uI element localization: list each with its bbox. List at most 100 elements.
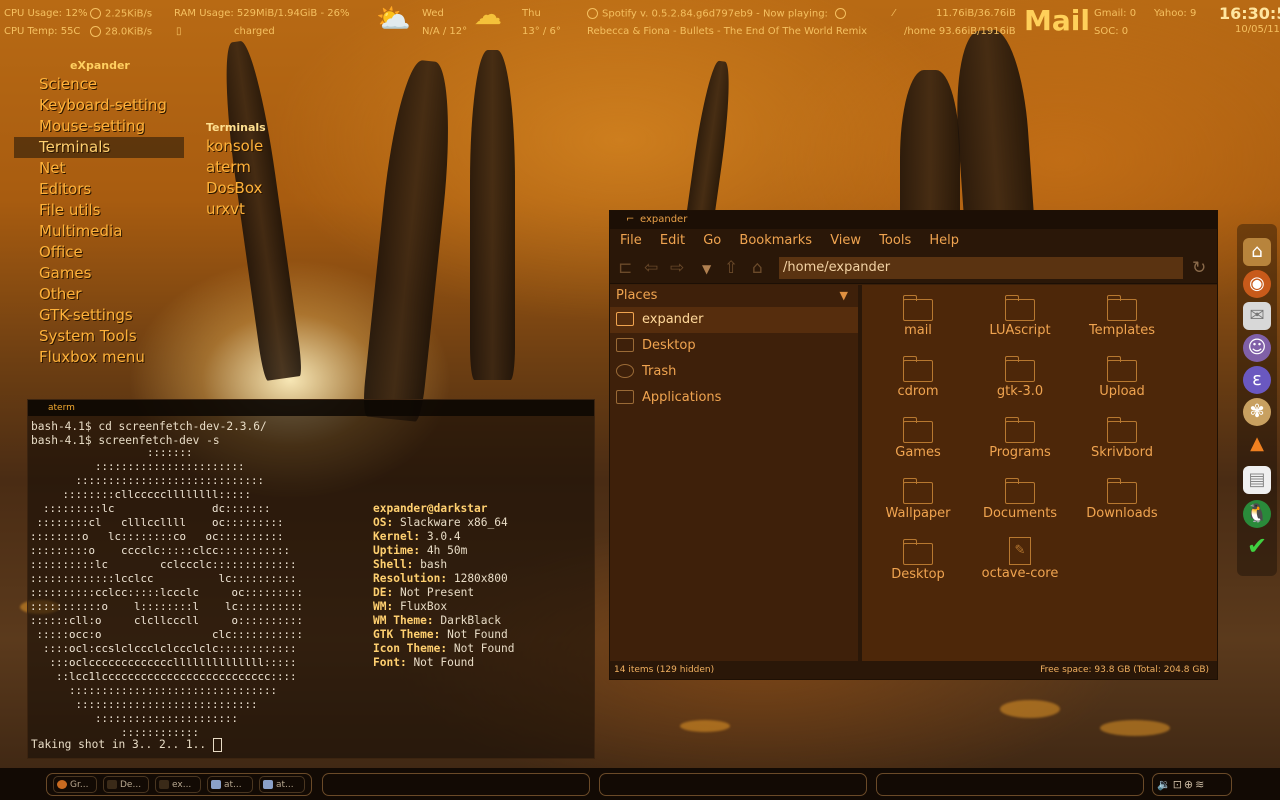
tux-icon[interactable]: 🐧 [1243, 500, 1271, 528]
menu-item-gtk-settings[interactable]: GTK-settings [14, 305, 184, 326]
terminal-prompt[interactable]: Taking shot in 3.. 2.. 1.. [28, 734, 225, 756]
folder-item[interactable]: Downloads [1072, 478, 1172, 536]
folder-item[interactable]: cdrom [868, 356, 968, 414]
volume-icon[interactable]: 🔉 [1157, 778, 1173, 791]
menu-item-mouse-setting[interactable]: Mouse-setting [14, 116, 184, 137]
document-icon[interactable]: ▤ [1243, 466, 1271, 494]
menu-help[interactable]: Help [929, 233, 959, 248]
place-desktop[interactable]: Desktop [610, 333, 858, 359]
network-icon[interactable]: ⊡ [1173, 778, 1184, 791]
window-titlebar[interactable]: ⌐ expander [610, 211, 1217, 229]
info-row: GTK Theme: Not Found [373, 628, 508, 641]
panel-slot [876, 773, 1144, 796]
place-trash[interactable]: Trash [610, 359, 858, 385]
location-bar[interactable]: /home/expander [779, 257, 1183, 279]
menu-item-fluxbox-menu[interactable]: Fluxbox menu [14, 347, 184, 368]
chat-icon[interactable]: ☺ [1243, 334, 1271, 362]
folder-icon [902, 356, 933, 382]
info-row: Kernel: 3.0.4 [373, 530, 461, 543]
task-button[interactable]: De... [103, 776, 149, 793]
menu-file[interactable]: File [620, 233, 642, 248]
checkmark-icon[interactable]: ✔ [1243, 532, 1271, 560]
folder-item[interactable]: Wallpaper [868, 478, 968, 536]
system-tray: 🔉⊡⊕≋ [1152, 773, 1232, 796]
menu-item-office[interactable]: Office [14, 242, 184, 263]
place-home[interactable]: expander [610, 307, 858, 333]
pathbar-toggle-icon[interactable]: ⊏ [618, 258, 632, 278]
menu-item-system-tools[interactable]: System Tools [14, 326, 184, 347]
folder-item[interactable]: Programs [970, 417, 1070, 475]
screenfetch-info: expander@darkstar OS: Slackware x86_64 K… [373, 502, 514, 670]
folder-item[interactable]: Documents [970, 478, 1070, 536]
bottom-panel: Gr... De... ex... at... at... 🔉⊡⊕≋ [0, 768, 1280, 800]
folder-icon [1106, 478, 1137, 504]
home-icon[interactable]: ⌂ [752, 258, 763, 278]
gmail-count: Gmail: 0 [1094, 8, 1137, 19]
folder-icon [902, 539, 933, 565]
menu-tools[interactable]: Tools [879, 233, 911, 248]
menu-item-editors[interactable]: Editors [14, 179, 184, 200]
task-button[interactable]: at... [207, 776, 253, 793]
menu-item-science[interactable]: Science [14, 74, 184, 95]
home-icon[interactable]: ⌂ [1243, 238, 1271, 266]
menu-item-multimedia[interactable]: Multimedia [14, 221, 184, 242]
terminal-title[interactable]: aterm [28, 400, 594, 416]
launcher-dock: ⌂ ◉ ✉ ☺ ɛ ✾ ▲ ▤ 🐧 ✔ [1237, 224, 1277, 576]
folder-item[interactable]: Templates [1072, 295, 1172, 353]
folder-item[interactable]: Upload [1072, 356, 1172, 414]
play-icon [587, 8, 598, 19]
paint-icon[interactable]: ✾ [1243, 398, 1271, 426]
wifi-icon[interactable]: ≋ [1195, 778, 1206, 791]
vlc-icon[interactable]: ▲ [1243, 430, 1271, 458]
menu-item-terminals[interactable]: Terminals [14, 137, 184, 158]
submenu-item-aterm[interactable]: aterm [194, 157, 284, 178]
menu-item-file-utils[interactable]: File utils [14, 200, 184, 221]
task-button[interactable]: at... [259, 776, 305, 793]
submenu-item-konsole[interactable]: konsole [194, 136, 284, 157]
folder-item[interactable]: Desktop [868, 539, 968, 597]
folder-item[interactable]: Skrivbord [1072, 417, 1172, 475]
menu-go[interactable]: Go [703, 233, 721, 248]
menu-bookmarks[interactable]: Bookmarks [739, 233, 812, 248]
file-manager-window[interactable]: ⌐ expander File Edit Go Bookmarks View T… [609, 210, 1218, 680]
emacs-icon[interactable]: ɛ [1243, 366, 1271, 394]
upload-icon [90, 26, 101, 37]
ram-usage: RAM Usage: 529MiB/1.94GiB - 26% [174, 8, 350, 19]
battery-icon: ▯ [176, 26, 182, 37]
folder-item[interactable]: Games [868, 417, 968, 475]
menu-item-games[interactable]: Games [14, 263, 184, 284]
menu-item-keyboard-setting[interactable]: Keyboard-setting [14, 95, 184, 116]
folder-item[interactable]: gtk-3.0 [970, 356, 1070, 414]
mail-icon[interactable]: ✉ [1243, 302, 1271, 330]
reload-icon[interactable]: ↻ [1192, 258, 1206, 278]
updates-icon[interactable]: ⊕ [1184, 778, 1195, 791]
menu-view[interactable]: View [830, 233, 861, 248]
menu-item-net[interactable]: Net [14, 158, 184, 179]
root-menu-title: eXpander [70, 59, 130, 72]
history-dropdown-icon[interactable]: ▼ [702, 262, 711, 276]
menu-item-other[interactable]: Other [14, 284, 184, 305]
window-title: expander [640, 214, 688, 225]
menu-edit[interactable]: Edit [660, 233, 685, 248]
info-row: Resolution: 1280x800 [373, 572, 508, 585]
info-row: Icon Theme: Not Found [373, 642, 515, 655]
file-item[interactable]: ✎ octave-core [970, 537, 1070, 595]
mail-label: Mail [1024, 4, 1090, 37]
places-header[interactable]: Places ▼ [610, 285, 858, 307]
disk-home: /home 93.66iB/1916iB [904, 26, 1016, 37]
folder-item[interactable]: LUAscript [970, 295, 1070, 353]
up-arrow-icon[interactable]: ⇧ [724, 258, 738, 278]
browser-icon[interactable]: ◉ [1243, 270, 1271, 298]
terminal-window[interactable]: aterm bash-4.1$ cd screenfetch-dev-2.3.6… [27, 399, 595, 759]
folder-item[interactable]: mail [868, 295, 968, 353]
task-button[interactable]: ex... [155, 776, 201, 793]
task-button[interactable]: Gr... [53, 776, 97, 793]
places-sidebar: Places ▼ expander Desktop Trash Applicati… [610, 285, 864, 661]
forward-arrow-icon[interactable]: ⇨ [670, 258, 684, 278]
dropdown-arrow-icon[interactable]: ▼ [840, 285, 848, 307]
submenu-item-urxvt[interactable]: urxvt [194, 199, 284, 220]
place-applications[interactable]: Applications [610, 385, 858, 411]
file-icon-view[interactable]: mail LUAscript Templates cdrom gtk-3.0 U… [862, 285, 1217, 661]
submenu-item-dosbox[interactable]: DosBox [194, 178, 284, 199]
back-arrow-icon[interactable]: ⇦ [644, 258, 658, 278]
